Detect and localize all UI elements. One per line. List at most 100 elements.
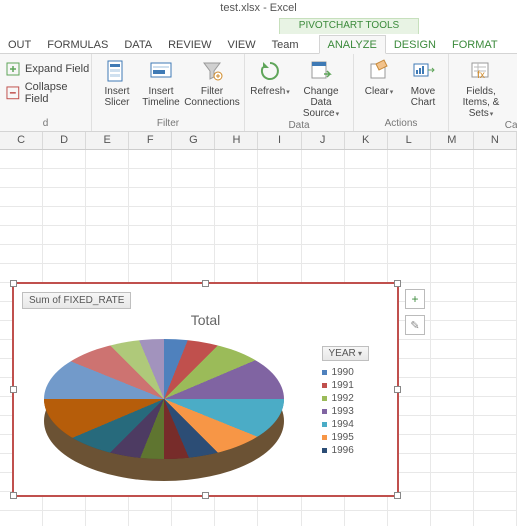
cell[interactable] bbox=[215, 169, 258, 188]
cell[interactable] bbox=[431, 397, 474, 416]
cell[interactable] bbox=[431, 283, 474, 302]
tab-formulas[interactable]: FORMULAS bbox=[39, 36, 116, 53]
cell[interactable] bbox=[474, 397, 517, 416]
cell[interactable] bbox=[431, 245, 474, 264]
cell[interactable] bbox=[474, 321, 517, 340]
cell[interactable] bbox=[431, 378, 474, 397]
tab-page-layout[interactable]: OUT bbox=[0, 36, 39, 53]
cell[interactable] bbox=[302, 169, 345, 188]
cell[interactable] bbox=[172, 264, 215, 283]
column-header[interactable]: C bbox=[0, 132, 43, 149]
cell[interactable] bbox=[302, 188, 345, 207]
cell[interactable] bbox=[215, 150, 258, 169]
cell[interactable] bbox=[431, 473, 474, 492]
column-header[interactable]: D bbox=[43, 132, 86, 149]
cell[interactable] bbox=[0, 264, 43, 283]
cell[interactable] bbox=[215, 188, 258, 207]
cell[interactable] bbox=[474, 416, 517, 435]
cell[interactable] bbox=[86, 226, 129, 245]
tab-team[interactable]: Team bbox=[264, 36, 307, 53]
column-header[interactable]: H bbox=[215, 132, 258, 149]
cell[interactable] bbox=[258, 150, 301, 169]
cell[interactable] bbox=[215, 264, 258, 283]
cell[interactable] bbox=[215, 226, 258, 245]
cell[interactable] bbox=[129, 511, 172, 526]
cell[interactable] bbox=[172, 226, 215, 245]
pie-chart[interactable] bbox=[44, 339, 284, 489]
cell[interactable] bbox=[474, 302, 517, 321]
legend-item[interactable]: 1996 bbox=[322, 445, 369, 456]
cell[interactable] bbox=[388, 207, 431, 226]
expand-field-button[interactable]: Expand Field bbox=[3, 58, 93, 80]
cell[interactable] bbox=[43, 188, 86, 207]
cell[interactable] bbox=[172, 188, 215, 207]
cell[interactable] bbox=[129, 188, 172, 207]
column-header[interactable]: M bbox=[431, 132, 474, 149]
cell[interactable] bbox=[474, 226, 517, 245]
cell[interactable] bbox=[431, 264, 474, 283]
cell[interactable] bbox=[474, 473, 517, 492]
tab-view[interactable]: VIEW bbox=[219, 36, 263, 53]
cell[interactable] bbox=[345, 226, 388, 245]
clear-button[interactable]: Clear bbox=[357, 56, 401, 98]
cell[interactable] bbox=[474, 435, 517, 454]
cell[interactable] bbox=[302, 207, 345, 226]
chart-styles-button[interactable]: ✎ bbox=[405, 315, 425, 335]
cell[interactable] bbox=[172, 207, 215, 226]
cell[interactable] bbox=[431, 207, 474, 226]
cell[interactable] bbox=[474, 150, 517, 169]
cell[interactable] bbox=[215, 207, 258, 226]
resize-handle[interactable] bbox=[202, 280, 209, 287]
chart-title[interactable]: Total bbox=[14, 312, 397, 328]
cell[interactable] bbox=[43, 150, 86, 169]
legend-item[interactable]: 1995 bbox=[322, 432, 369, 443]
cell[interactable] bbox=[0, 150, 43, 169]
cell[interactable] bbox=[388, 511, 431, 526]
cell[interactable] bbox=[172, 169, 215, 188]
cell[interactable] bbox=[43, 226, 86, 245]
tab-design[interactable]: DESIGN bbox=[386, 36, 444, 53]
cell[interactable] bbox=[345, 169, 388, 188]
chart-elements-button[interactable]: + bbox=[405, 289, 425, 309]
cell[interactable] bbox=[431, 454, 474, 473]
cell[interactable] bbox=[86, 245, 129, 264]
cell[interactable] bbox=[388, 188, 431, 207]
cell[interactable] bbox=[302, 245, 345, 264]
cell[interactable] bbox=[129, 226, 172, 245]
legend-item[interactable]: 1992 bbox=[322, 393, 369, 404]
column-header[interactable]: J bbox=[302, 132, 345, 149]
cell[interactable] bbox=[345, 188, 388, 207]
cell[interactable] bbox=[43, 169, 86, 188]
legend-item[interactable]: 1994 bbox=[322, 419, 369, 430]
filter-connections-button[interactable]: Filter Connections bbox=[183, 56, 241, 108]
cell[interactable] bbox=[129, 245, 172, 264]
cell[interactable] bbox=[431, 169, 474, 188]
resize-handle[interactable] bbox=[394, 492, 401, 499]
cell[interactable] bbox=[345, 511, 388, 526]
cell[interactable] bbox=[431, 359, 474, 378]
pivot-chart[interactable]: Sum of FIXED_RATE Total YEAR 19901991199… bbox=[12, 282, 399, 497]
cell[interactable] bbox=[431, 416, 474, 435]
cell[interactable] bbox=[258, 226, 301, 245]
cell[interactable] bbox=[43, 511, 86, 526]
chart-legend[interactable]: YEAR 1990199119921993199419951996 bbox=[322, 346, 369, 458]
olap-tools-button[interactable]: fx OLAP Tools bbox=[510, 56, 517, 109]
cell[interactable] bbox=[474, 492, 517, 511]
refresh-button[interactable]: Refresh bbox=[248, 56, 292, 98]
cell[interactable] bbox=[0, 169, 43, 188]
cell[interactable] bbox=[86, 264, 129, 283]
cell[interactable] bbox=[302, 150, 345, 169]
column-header[interactable]: L bbox=[388, 132, 431, 149]
cell[interactable] bbox=[474, 283, 517, 302]
cell[interactable] bbox=[431, 435, 474, 454]
cell[interactable] bbox=[258, 188, 301, 207]
cell[interactable] bbox=[0, 207, 43, 226]
cell[interactable] bbox=[86, 169, 129, 188]
cell[interactable] bbox=[86, 511, 129, 526]
legend-year-filter[interactable]: YEAR bbox=[322, 346, 369, 361]
tab-data[interactable]: DATA bbox=[116, 36, 160, 53]
cell[interactable] bbox=[431, 492, 474, 511]
cell[interactable] bbox=[86, 207, 129, 226]
tab-format[interactable]: FORMAT bbox=[444, 36, 506, 53]
cell[interactable] bbox=[474, 340, 517, 359]
